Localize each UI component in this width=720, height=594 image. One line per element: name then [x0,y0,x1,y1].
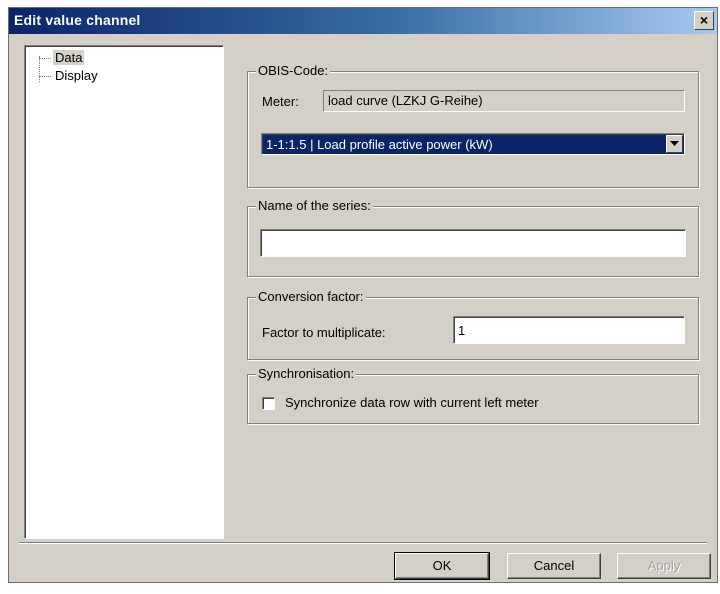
window-title: Edit value channel [14,12,141,28]
factor-label: Factor to multiplicate: [262,325,386,340]
tree-item-display[interactable]: Display [39,68,100,84]
conversion-factor-group: Conversion factor: Factor to multiplicat… [247,289,699,360]
factor-input[interactable] [453,316,685,344]
title-bar[interactable]: Edit value channel × [9,8,717,34]
obis-code-group: OBIS-Code: Meter: load curve (LZKJ G-Rei… [247,63,699,188]
obis-code-selected-value: 1-1:1.5 | Load profile active power (kW) [266,137,493,152]
close-icon[interactable]: × [694,11,714,30]
tree-item-label: Display [55,68,98,83]
conversion-factor-group-title: Conversion factor: [256,289,366,304]
synchronisation-group-title: Synchronisation: [256,366,357,381]
series-name-group: Name of the series: [247,198,699,277]
cancel-button[interactable]: Cancel [507,553,601,579]
tree-item-data[interactable]: Data [39,50,85,66]
navigation-tree: Data Display [24,45,224,539]
synchronize-checkbox-label[interactable]: Synchronize data row with current left m… [285,395,539,410]
obis-code-dropdown[interactable]: 1-1:1.5 | Load profile active power (kW) [261,133,685,155]
meter-value-field: load curve (LZKJ G-Reihe) [323,90,685,112]
meter-label: Meter: [262,94,299,109]
footer-separator [19,542,707,544]
obis-code-group-title: OBIS-Code: [256,63,331,78]
synchronize-checkbox[interactable] [262,397,275,410]
apply-button[interactable]: Apply [617,553,711,579]
edit-value-channel-dialog: Edit value channel × Data Display OBIS-C… [8,7,718,583]
ok-button[interactable]: OK [394,552,490,580]
series-name-group-title: Name of the series: [256,198,373,213]
synchronisation-group: Synchronisation: Synchronize data row wi… [247,366,699,424]
tree-item-label: Data [53,50,85,65]
series-name-input[interactable] [260,229,686,257]
chevron-down-icon[interactable] [666,135,683,153]
